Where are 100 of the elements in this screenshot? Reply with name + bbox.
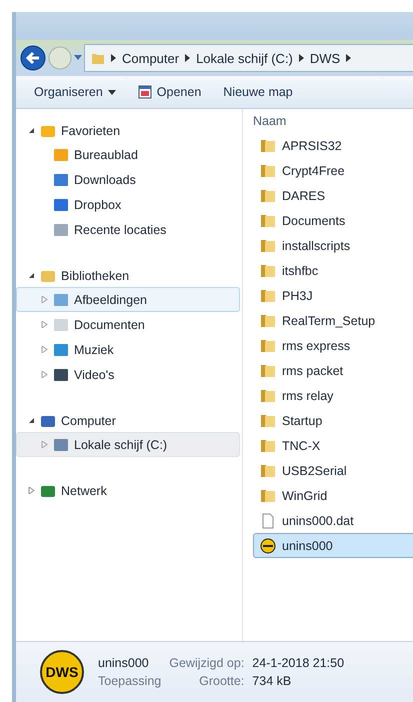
- breadcrumb-item[interactable]: DWS: [310, 50, 340, 66]
- address-bar[interactable]: Computer Lokale schijf (C:) DWS: [84, 44, 413, 72]
- nav-item[interactable]: Recente locaties: [16, 217, 240, 242]
- breadcrumb-item[interactable]: Computer: [122, 50, 180, 66]
- nav-item[interactable]: Video's: [16, 362, 240, 387]
- nav-label: Computer: [61, 414, 116, 428]
- file-name: rms packet: [282, 364, 344, 378]
- nav-label: Dropbox: [74, 198, 122, 212]
- file-name: TNC-X: [282, 438, 320, 452]
- nav-item[interactable]: Documenten: [16, 312, 240, 337]
- file-row[interactable]: USB2Serial: [253, 458, 413, 483]
- folder-icon: [91, 51, 105, 65]
- file-type: Toepassing: [98, 674, 162, 688]
- nav-label: Netwerk: [61, 484, 107, 498]
- file-row[interactable]: unins000.dat: [253, 508, 413, 533]
- item-icon: [53, 172, 69, 188]
- nav-item[interactable]: Afbeeldingen: [16, 287, 240, 312]
- window-icon: [138, 85, 152, 99]
- file-row[interactable]: DARES: [253, 183, 413, 208]
- file-row[interactable]: RealTerm_Setup: [253, 308, 413, 333]
- nav-item[interactable]: Lokale schijf (C:): [16, 432, 240, 457]
- back-button[interactable]: [20, 45, 46, 71]
- caret-icon: [108, 90, 116, 94]
- nav-item[interactable]: Downloads: [16, 167, 240, 192]
- file-name: installscripts: [282, 238, 350, 252]
- file-name: USB2Serial: [282, 464, 347, 478]
- document-icon: [260, 512, 276, 528]
- nav-label: Downloads: [74, 172, 136, 186]
- file-row[interactable]: installscripts: [253, 233, 413, 258]
- item-icon: [53, 146, 69, 162]
- toolbar-button[interactable]: Openen: [132, 81, 208, 103]
- folder-icon: [260, 212, 276, 228]
- chevron-icon: [298, 54, 304, 62]
- nav-label: Documenten: [74, 318, 145, 332]
- folder-icon: [260, 312, 276, 328]
- file-row[interactable]: rms packet: [253, 358, 413, 383]
- folder-icon: [260, 412, 276, 428]
- item-icon: [53, 316, 69, 332]
- toolbar-button[interactable]: Organiseren: [28, 81, 122, 103]
- size-value: 734 kB: [252, 674, 292, 688]
- file-name: rms relay: [282, 388, 334, 402]
- item-icon: [53, 366, 69, 382]
- file-name: PH3J: [282, 288, 313, 302]
- item-icon: [53, 436, 69, 452]
- file-name: RealTerm_Setup: [282, 314, 376, 328]
- file-name: DARES: [282, 188, 326, 202]
- folder-icon: [260, 362, 276, 378]
- app-icon: [260, 538, 276, 554]
- folder-icon: [260, 262, 276, 278]
- nav-group[interactable]: Bibliotheken: [16, 264, 242, 287]
- folder-icon: [260, 288, 276, 304]
- file-name: itshfbc: [282, 264, 318, 278]
- nav-label: Afbeeldingen: [74, 292, 147, 306]
- nav-item[interactable]: Muziek: [16, 337, 240, 362]
- file-row[interactable]: itshfbc: [253, 258, 413, 283]
- file-row[interactable]: Startup: [253, 408, 413, 433]
- file-name: Startup: [282, 414, 322, 428]
- file-row[interactable]: Crypt4Free: [253, 158, 413, 183]
- folder-icon: [260, 162, 276, 178]
- folder-icon: [260, 188, 276, 204]
- file-row[interactable]: WinGrid: [253, 483, 413, 508]
- item-icon: [53, 342, 69, 358]
- nav-label: Bibliotheken: [61, 268, 130, 282]
- file-row[interactable]: TNC-X: [253, 433, 413, 458]
- file-name: Documents: [282, 214, 346, 228]
- file-row[interactable]: unins000: [253, 533, 413, 558]
- nav-label: Lokale schijf (C:): [74, 438, 168, 452]
- nav-item[interactable]: Bureaublad: [16, 142, 240, 167]
- nav-label: Video's: [74, 368, 114, 382]
- nav-group[interactable]: Favorieten: [16, 119, 242, 142]
- folder-icon: [260, 138, 276, 154]
- file-name: Crypt4Free: [282, 164, 345, 178]
- file-name: rms express: [282, 338, 350, 352]
- item-icon: [53, 196, 69, 212]
- dropdown-icon[interactable]: [74, 55, 82, 61]
- file-name: WinGrid: [282, 488, 328, 502]
- nav-group[interactable]: Computer: [16, 409, 242, 432]
- chevron-icon: [346, 54, 352, 62]
- toolbar-button[interactable]: Nieuwe map: [217, 81, 299, 103]
- column-header[interactable]: Naam: [253, 109, 413, 133]
- app-logo: DWS: [40, 650, 84, 694]
- breadcrumb-item[interactable]: Lokale schijf (C:): [196, 50, 293, 66]
- file-row[interactable]: rms express: [253, 333, 413, 358]
- file-name: APRSIS32: [282, 138, 342, 152]
- file-row[interactable]: PH3J: [253, 283, 413, 308]
- nav-label: Recente locaties: [74, 222, 166, 236]
- modified-label: Gewijzigd op:: [169, 656, 244, 670]
- file-row[interactable]: Documents: [253, 208, 413, 233]
- chevron-icon: [185, 54, 190, 62]
- folder-icon: [260, 388, 276, 404]
- nav-label: Favorieten: [61, 124, 120, 138]
- item-icon: [53, 222, 69, 238]
- file-row[interactable]: APRSIS32: [253, 133, 413, 158]
- folder-icon: [260, 238, 276, 254]
- modified-value: 24-1-2018 21:50: [252, 656, 344, 670]
- file-name: unins000: [282, 538, 333, 552]
- nav-group[interactable]: Netwerk: [16, 479, 242, 502]
- file-row[interactable]: rms relay: [253, 383, 413, 408]
- chevron-icon: [111, 54, 116, 62]
- nav-item[interactable]: Dropbox: [16, 192, 240, 217]
